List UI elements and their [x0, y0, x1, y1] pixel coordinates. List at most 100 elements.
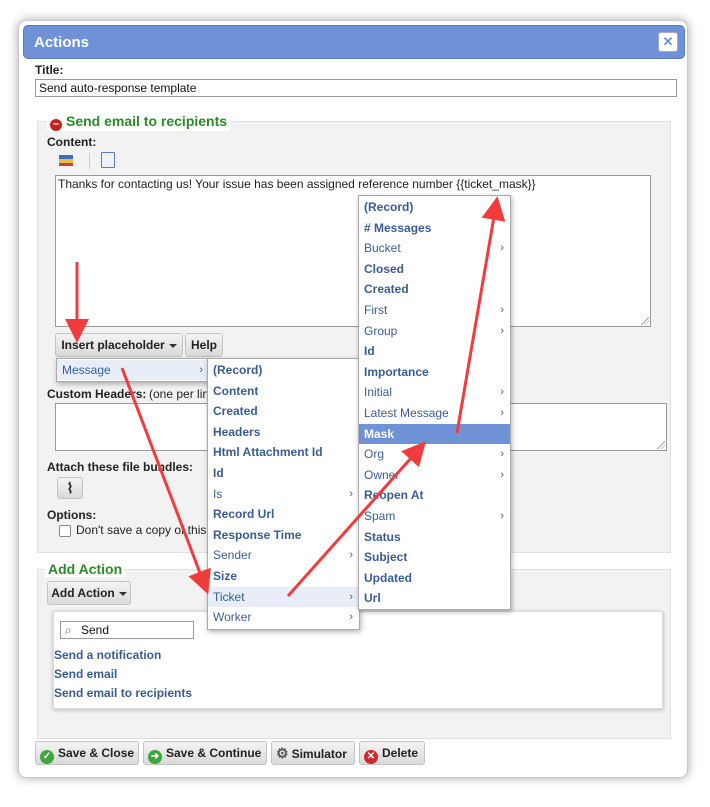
menu-item-label: (Record) — [364, 200, 414, 214]
menu-item-headers[interactable]: Headers — [208, 422, 359, 442]
ticket-submenu: (Record) # Messages Bucket › Closed Created Fi… — [358, 195, 511, 610]
menu-item-response-time[interactable]: Response Time — [208, 525, 359, 545]
menu-item-label: Group — [364, 323, 398, 338]
menu-item-label: Org — [364, 447, 385, 462]
menu-item-content[interactable]: Content — [208, 381, 359, 401]
menu-item-id[interactable]: Id — [208, 463, 359, 483]
menu-item-messages[interactable]: # Messages — [359, 218, 510, 238]
menu-item-record[interactable]: (Record) — [208, 360, 359, 380]
menu-item-status[interactable]: Status — [359, 527, 510, 547]
delete-button[interactable]: ✕ Delete — [359, 741, 425, 765]
action-result[interactable]: Send a notification — [54, 648, 161, 662]
menu-item-label: Subject — [364, 550, 408, 565]
format-icon[interactable] — [59, 155, 73, 166]
menu-item-label: Ticket — [213, 589, 245, 604]
menu-item-sender[interactable]: Sender › — [208, 545, 359, 565]
action-result[interactable]: Send email to recipients — [54, 686, 192, 700]
save-close-button[interactable]: ✓ Save & Close — [35, 741, 139, 765]
menu-item-spam[interactable]: Spam › — [359, 506, 510, 526]
resize-grip[interactable] — [641, 317, 649, 325]
menu-item-label: Message — [62, 363, 111, 377]
menu-item-reopen-at[interactable]: Reopen At — [359, 485, 510, 505]
menu-item-label: Response Time — [213, 527, 302, 542]
menu-item-updated[interactable]: Updated — [359, 568, 510, 588]
arrow-right-icon: ➜ — [148, 750, 162, 764]
content-textarea[interactable]: Thanks for contacting us! Your issue has… — [55, 175, 651, 327]
remove-icon[interactable]: – — [50, 119, 62, 131]
menu-item-label: Id — [364, 344, 375, 359]
dont-save-label: Don't save a copy of this — [76, 523, 207, 537]
menu-item-label: Spam — [364, 509, 396, 523]
preview-icon[interactable] — [101, 152, 115, 168]
action-search-input[interactable]: ⌕ Send — [60, 621, 194, 639]
menu-item-label: Bucket — [364, 241, 401, 256]
menu-item-label: Initial — [364, 385, 393, 400]
chevron-right-icon: › — [500, 324, 504, 337]
menu-item-label: Content — [213, 383, 259, 398]
menu-item-label: Headers — [213, 424, 261, 439]
resize-grip[interactable] — [657, 441, 665, 449]
paperclip-icon[interactable]: ⌇ — [57, 477, 83, 499]
message-submenu: (Record) Content Created Headers Html Attach… — [207, 358, 360, 630]
menu-item-url[interactable]: Url — [359, 588, 510, 608]
custom-headers-hint: (one per line — [149, 387, 216, 401]
content-label: Content: — [47, 135, 97, 149]
menu-item-worker[interactable]: Worker › — [208, 607, 359, 627]
menu-item-group[interactable]: Group › — [359, 321, 510, 341]
chevron-right-icon: › — [349, 611, 353, 624]
simulator-button[interactable]: ⚙ Simulator — [271, 741, 355, 765]
menu-item-closed[interactable]: Closed — [359, 259, 510, 279]
menu-item-is[interactable]: Is › — [208, 484, 359, 504]
title-input[interactable]: Send auto-response template — [35, 79, 677, 97]
help-button[interactable]: Help — [185, 333, 223, 357]
custom-headers-label: Custom Headers: — [47, 387, 147, 401]
insert-placeholder-button[interactable]: Insert placeholder — [55, 333, 183, 357]
menu-item-ticket[interactable]: Ticket › — [208, 586, 359, 607]
dont-save-checkbox[interactable] — [59, 525, 71, 537]
menu-item-label: Updated — [364, 570, 412, 585]
menu-item-record-url[interactable]: Record Url — [208, 504, 359, 524]
chevron-right-icon: › — [349, 549, 353, 562]
section-title[interactable]: – Send email to recipients — [47, 113, 231, 131]
menu-item-first[interactable]: First › — [359, 300, 510, 320]
gear-icon: ⚙ — [276, 745, 289, 761]
menu-item-label: Reopen At — [364, 488, 424, 503]
menu-item-label: # Messages — [364, 220, 432, 235]
chevron-right-icon: › — [500, 448, 504, 461]
close-icon[interactable]: ✕ — [658, 32, 678, 52]
menu-item-created[interactable]: Created — [208, 401, 359, 421]
menu-item-latest-message[interactable]: Latest Message › — [359, 403, 510, 423]
content-text: Thanks for contacting us! Your issue has… — [58, 177, 536, 191]
delete-icon: ✕ — [364, 750, 378, 764]
menu-item-org[interactable]: Org › — [359, 444, 510, 464]
menu-item-initial[interactable]: Initial › — [359, 382, 510, 402]
dialog-title: Actions — [34, 34, 90, 51]
dialog-titlebar: Actions ✕ — [23, 25, 685, 59]
action-result[interactable]: Send email — [54, 667, 117, 681]
menu-item-label: Importance — [364, 364, 429, 379]
chevron-right-icon: › — [500, 242, 504, 255]
attach-label: Attach these file bundles: — [47, 460, 194, 474]
menu-item-message[interactable]: Message › — [57, 360, 209, 380]
menu-item-owner[interactable]: Owner › — [359, 465, 510, 485]
menu-item-label: Id — [213, 466, 224, 480]
check-icon: ✓ — [40, 750, 54, 764]
menu-item-label: Created — [213, 404, 258, 419]
menu-item-mask[interactable]: Mask — [359, 423, 510, 444]
menu-item-created[interactable]: Created — [359, 279, 510, 299]
add-action-button[interactable]: Add Action — [47, 581, 131, 605]
toolbar-divider — [89, 153, 90, 169]
chevron-down-icon — [118, 591, 127, 596]
menu-item-importance[interactable]: Importance — [359, 362, 510, 382]
placeholder-menu-root: Message › — [56, 358, 210, 382]
save-continue-label: Save & Continue — [166, 746, 262, 760]
chevron-right-icon: › — [199, 364, 203, 376]
menu-item-size[interactable]: Size — [208, 566, 359, 586]
menu-item-record[interactable]: (Record) — [359, 197, 510, 217]
menu-item-html-attachment-id[interactable]: Html Attachment Id — [208, 442, 359, 462]
menu-item-subject[interactable]: Subject — [359, 547, 510, 567]
menu-item-id[interactable]: Id — [359, 341, 510, 361]
menu-item-bucket[interactable]: Bucket › — [359, 238, 510, 258]
menu-item-label: Status — [364, 529, 401, 544]
save-continue-button[interactable]: ➜ Save & Continue — [143, 741, 267, 765]
